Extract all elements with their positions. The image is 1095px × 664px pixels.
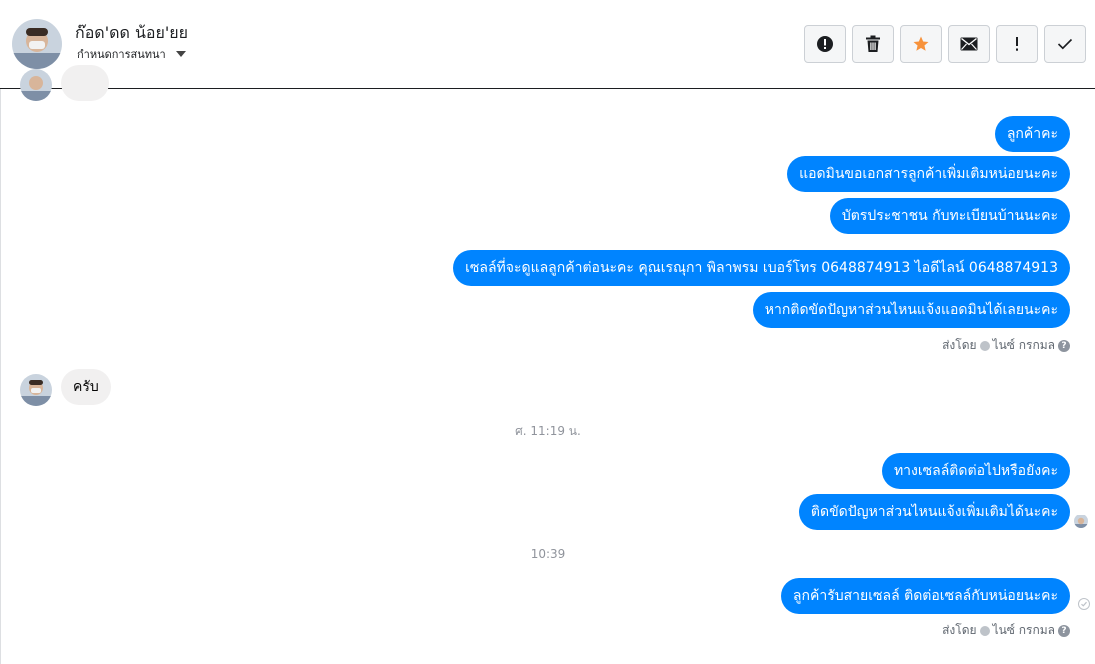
follow-up-button[interactable] [996,25,1038,63]
seen-avatar [1074,514,1088,528]
help-icon[interactable]: ? [1058,339,1070,352]
contact-avatar-small[interactable] [20,374,52,406]
mark-unread-button[interactable] [948,25,990,63]
message-thread[interactable]: ลูกค้าคะ แอดมินขอเอกสารลูกค้าเพิ่มเติมหน… [0,65,1095,664]
sent-by-prefix: ส่งโดย [942,338,977,352]
mark-done-button[interactable] [1044,25,1086,63]
timestamp-divider: ศ. 11:19 น. [515,424,581,438]
trash-icon [866,35,880,52]
sent-status-icon [1078,598,1090,610]
sent-by-label: ส่งโดย ไนซ์ กรกมล ? [942,336,1070,355]
message-bubble-outgoing[interactable]: ลูกค้ารับสายเซลล์ ติดต่อเซลล์กับหน่อยนะค… [780,578,1070,614]
contact-avatar-small [20,69,52,101]
verified-icon [979,340,990,351]
verified-icon [979,625,990,636]
mark-spam-button[interactable] [804,25,846,63]
message-bubble-outgoing[interactable]: แอดมินขอเอกสารลูกค้าเพิ่มเติมหน่อยนะคะ [787,156,1070,192]
message-bubble-outgoing[interactable]: ทางเซลล์ติดต่อไปหรือยังคะ [881,453,1070,489]
sent-by-name[interactable]: ไนซ์ กรกมล [993,621,1055,640]
help-icon[interactable]: ? [1058,624,1070,637]
envelope-icon [960,37,978,51]
message-bubble-outgoing[interactable]: ลูกค้าคะ [994,116,1070,152]
sent-by-label: ส่งโดย ไนซ์ กรกมล ? [942,621,1070,640]
alert-circle-icon [817,36,833,52]
assign-label: กำหนดการสนทนา [77,48,166,61]
conversation-toolbar [804,25,1086,63]
assign-conversation-dropdown[interactable]: กำหนดการสนทนา [77,45,186,63]
message-bubble-outgoing[interactable]: ติดขัดปัญหาส่วนไหนแจ้งเพิ่มเติมได้นะคะ [798,494,1070,530]
message-bubble-outgoing[interactable]: หากติดขัดปัญหาส่วนไหนแจ้งแอดมินได้เลยนะค… [752,292,1070,328]
message-bubble-incoming-partial [61,65,109,101]
star-button[interactable] [900,25,942,63]
sent-by-prefix: ส่งโดย [942,623,977,637]
sent-by-name[interactable]: ไนซ์ กรกมล [993,336,1055,355]
contact-name[interactable]: ก๊อด'ดด น้อย'ยย [75,21,188,46]
conversation-header: ก๊อด'ดด น้อย'ยย กำหนดการสนทนา [0,0,1095,89]
timestamp-divider: 10:39 [530,547,566,561]
checkmark-icon [1057,38,1073,50]
contact-avatar[interactable] [12,19,62,69]
exclamation-icon [1016,37,1018,51]
message-bubble-outgoing[interactable]: บัตรประชาชน กับทะเบียนบ้านนะคะ [829,198,1070,234]
message-bubble-outgoing[interactable]: เซลล์ที่จะดูแลลูกค้าต่อนะคะ คุณเรณุกา พิ… [453,250,1070,286]
chevron-down-icon [175,51,186,57]
message-bubble-incoming[interactable]: ครับ [61,369,111,405]
star-icon [913,36,929,51]
delete-button[interactable] [852,25,894,63]
